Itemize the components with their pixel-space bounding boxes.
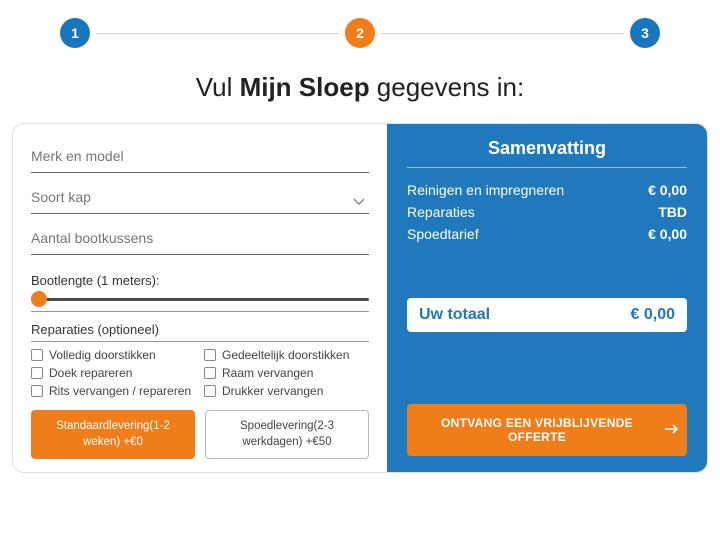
- step-2-active[interactable]: 2: [345, 18, 375, 48]
- delivery-rush-button[interactable]: Spoedlevering(2-3 werkdagen) +€50: [205, 410, 369, 459]
- summary-row: Spoedtarief € 0,00: [407, 226, 687, 242]
- checkbox-icon[interactable]: [31, 349, 43, 361]
- delivery-standard-button[interactable]: Standaardlevering(1-2 weken) +€0: [31, 410, 195, 459]
- hood-field-wrap: Soort kap: [31, 183, 369, 214]
- summary-row-label: Spoedtarief: [407, 226, 479, 242]
- repairs-title: Reparaties (optioneel): [31, 322, 369, 342]
- request-quote-button[interactable]: ONTVANG EEN VRIJBLIJVENDE OFFERTE: [407, 404, 687, 456]
- repair-label: Raam vervangen: [222, 366, 313, 380]
- repair-option[interactable]: Raam vervangen: [204, 366, 369, 380]
- repair-label: Rits vervangen / repareren: [49, 384, 191, 398]
- form-card: Soort kap Bootlengte (1 meters): Reparat…: [12, 123, 708, 473]
- cushions-field-wrap: [31, 224, 369, 255]
- total-label: Uw totaal: [419, 306, 490, 324]
- slider-thumb[interactable]: [31, 291, 47, 307]
- repair-option[interactable]: Gedeeltelijk doorstikken: [204, 348, 369, 362]
- summary-row: Reparaties TBD: [407, 204, 687, 220]
- checkbox-icon[interactable]: [31, 385, 43, 397]
- step-3[interactable]: 3: [630, 18, 660, 48]
- checkbox-icon[interactable]: [204, 349, 216, 361]
- brand-field-wrap: [31, 142, 369, 173]
- step-1[interactable]: 1: [60, 18, 90, 48]
- page-title: Vul Mijn Sloep gegevens in:: [0, 72, 720, 103]
- form-panel: Soort kap Bootlengte (1 meters): Reparat…: [13, 124, 387, 472]
- repair-option[interactable]: Doek repareren: [31, 366, 196, 380]
- repair-option[interactable]: Drukker vervangen: [204, 384, 369, 398]
- summary-row-value: € 0,00: [648, 226, 687, 242]
- summary-row: Reinigen en impregneren € 0,00: [407, 182, 687, 198]
- summary-row-label: Reparaties: [407, 204, 475, 220]
- cta-label: ONTVANG EEN VRIJBLIJVENDE OFFERTE: [415, 416, 659, 444]
- boat-length-slider[interactable]: [31, 292, 369, 312]
- cushions-input[interactable]: [31, 224, 369, 255]
- checkbox-icon[interactable]: [31, 367, 43, 379]
- summary-row-value: TBD: [658, 204, 687, 220]
- title-suffix: gegevens in:: [370, 72, 525, 102]
- repair-option[interactable]: Rits vervangen / repareren: [31, 384, 196, 398]
- boat-length-label: Bootlengte (1 meters):: [31, 273, 369, 288]
- title-bold: Mijn Sloep: [240, 72, 370, 102]
- title-prefix: Vul: [196, 72, 240, 102]
- brand-input[interactable]: [31, 142, 369, 173]
- total-value: € 0,00: [631, 306, 675, 324]
- repair-label: Gedeeltelijk doorstikken: [222, 348, 349, 362]
- summary-title: Samenvatting: [407, 138, 687, 168]
- arrow-right-icon: [665, 423, 679, 437]
- summary-row-label: Reinigen en impregneren: [407, 182, 564, 198]
- repair-label: Doek repareren: [49, 366, 132, 380]
- repair-label: Drukker vervangen: [222, 384, 323, 398]
- progress-stepper: 1 2 3: [0, 0, 720, 58]
- step-divider: [381, 33, 624, 34]
- summary-rows: Reinigen en impregneren € 0,00 Reparatie…: [407, 182, 687, 248]
- repair-option[interactable]: Volledig doorstikken: [31, 348, 196, 362]
- slider-track: [31, 298, 369, 301]
- summary-row-value: € 0,00: [648, 182, 687, 198]
- delivery-options: Standaardlevering(1-2 weken) +€0 Spoedle…: [31, 410, 369, 459]
- summary-panel: Samenvatting Reinigen en impregneren € 0…: [387, 124, 707, 472]
- repairs-grid: Volledig doorstikken Gedeeltelijk doorst…: [31, 348, 369, 398]
- step-divider: [96, 33, 339, 34]
- checkbox-icon[interactable]: [204, 367, 216, 379]
- repair-label: Volledig doorstikken: [49, 348, 156, 362]
- total-box: Uw totaal € 0,00: [407, 298, 687, 332]
- hood-select[interactable]: Soort kap: [31, 183, 369, 214]
- checkbox-icon[interactable]: [204, 385, 216, 397]
